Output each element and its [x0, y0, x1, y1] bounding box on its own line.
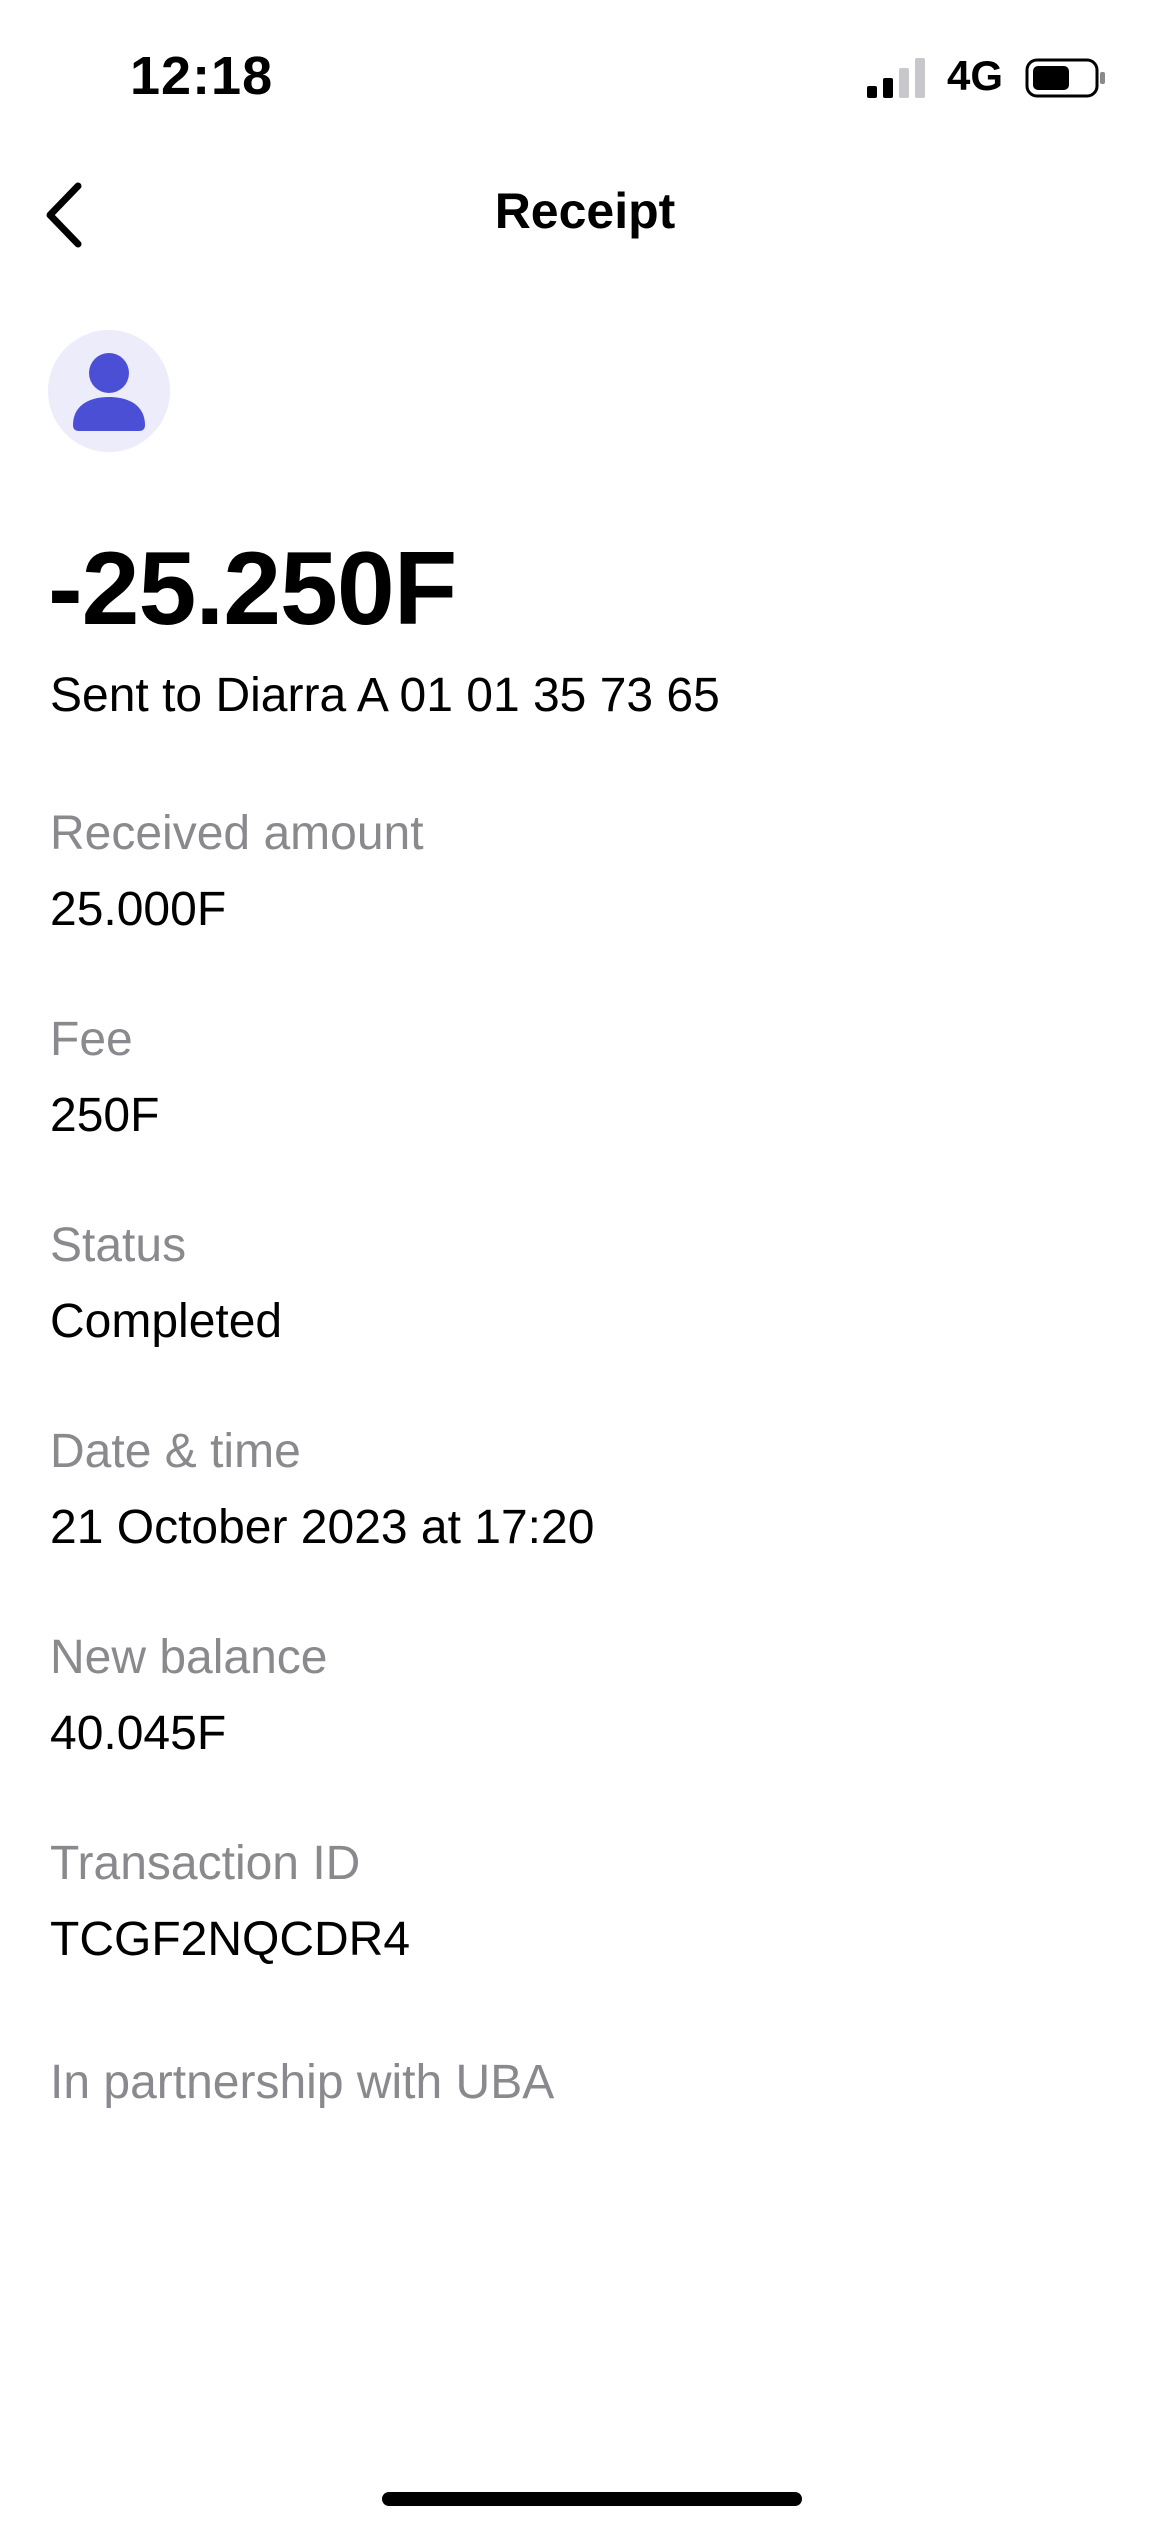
status-time: 12:18 [130, 46, 274, 106]
detail-received-amount: Received amount 25.000F [50, 805, 424, 939]
detail-value: 25.000F [50, 883, 227, 936]
recipient-line: Sent to Diarra A 01 01 35 73 65 [50, 669, 720, 722]
detail-transaction-id: Transaction ID TCGF2NQCDR4 [50, 1835, 410, 1969]
detail-date-time: Date & time 21 October 2023 at 17:20 [50, 1423, 594, 1557]
partnership-note: In partnership with UBA [50, 2056, 555, 2109]
signal-icon [867, 58, 925, 98]
person-icon [73, 353, 145, 431]
detail-label: Fee [50, 1013, 133, 1066]
detail-value: Completed [50, 1295, 283, 1348]
status-bar: 12:18 4G [0, 0, 1170, 150]
battery-icon [1025, 58, 1105, 98]
nav-bar: Receipt [0, 160, 1170, 270]
detail-label: New balance [50, 1631, 328, 1684]
transaction-amount: -25.250F [48, 531, 457, 647]
page-title: Receipt [494, 183, 676, 239]
detail-label: Received amount [50, 807, 424, 860]
detail-label: Date & time [50, 1425, 301, 1478]
home-indicator[interactable] [382, 2492, 802, 2506]
detail-label: Status [50, 1219, 187, 1272]
detail-value: 250F [50, 1089, 160, 1142]
detail-value: 40.045F [50, 1707, 227, 1760]
detail-status: Status Completed [50, 1217, 282, 1351]
detail-value: TCGF2NQCDR4 [50, 1913, 411, 1966]
detail-fee: Fee 250F [50, 1011, 159, 1145]
detail-new-balance: New balance 40.045F [50, 1629, 328, 1763]
avatar [48, 330, 170, 452]
network-type: 4G [947, 52, 1004, 99]
detail-value: 21 October 2023 at 17:20 [50, 1501, 595, 1554]
detail-label: Transaction ID [50, 1837, 361, 1890]
